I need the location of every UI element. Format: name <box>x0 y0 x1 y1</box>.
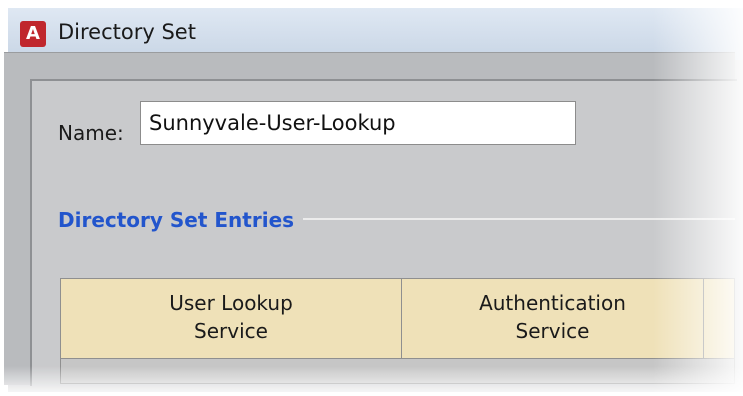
column-header-user-lookup-service[interactable]: User Lookup Service <box>61 279 402 359</box>
column-header-label-line2: Service <box>515 319 590 343</box>
name-field[interactable] <box>140 101 576 145</box>
app-logo-icon: A <box>20 21 46 47</box>
section-divider <box>303 218 735 220</box>
column-header-label-line2: Service <box>194 319 268 343</box>
section-title-directory-set-entries: Directory Set Entries <box>58 208 295 232</box>
column-header-label-line1: Authentication <box>479 291 626 315</box>
directory-set-entries-table: User Lookup Service Authentication Servi… <box>60 278 735 384</box>
column-header-partial[interactable] <box>704 279 735 359</box>
window-title: Directory Set <box>58 20 196 44</box>
column-header-label-line1: User Lookup <box>169 291 293 315</box>
name-label: Name: <box>58 121 124 145</box>
column-header-authentication-service[interactable]: Authentication Service <box>402 279 704 359</box>
